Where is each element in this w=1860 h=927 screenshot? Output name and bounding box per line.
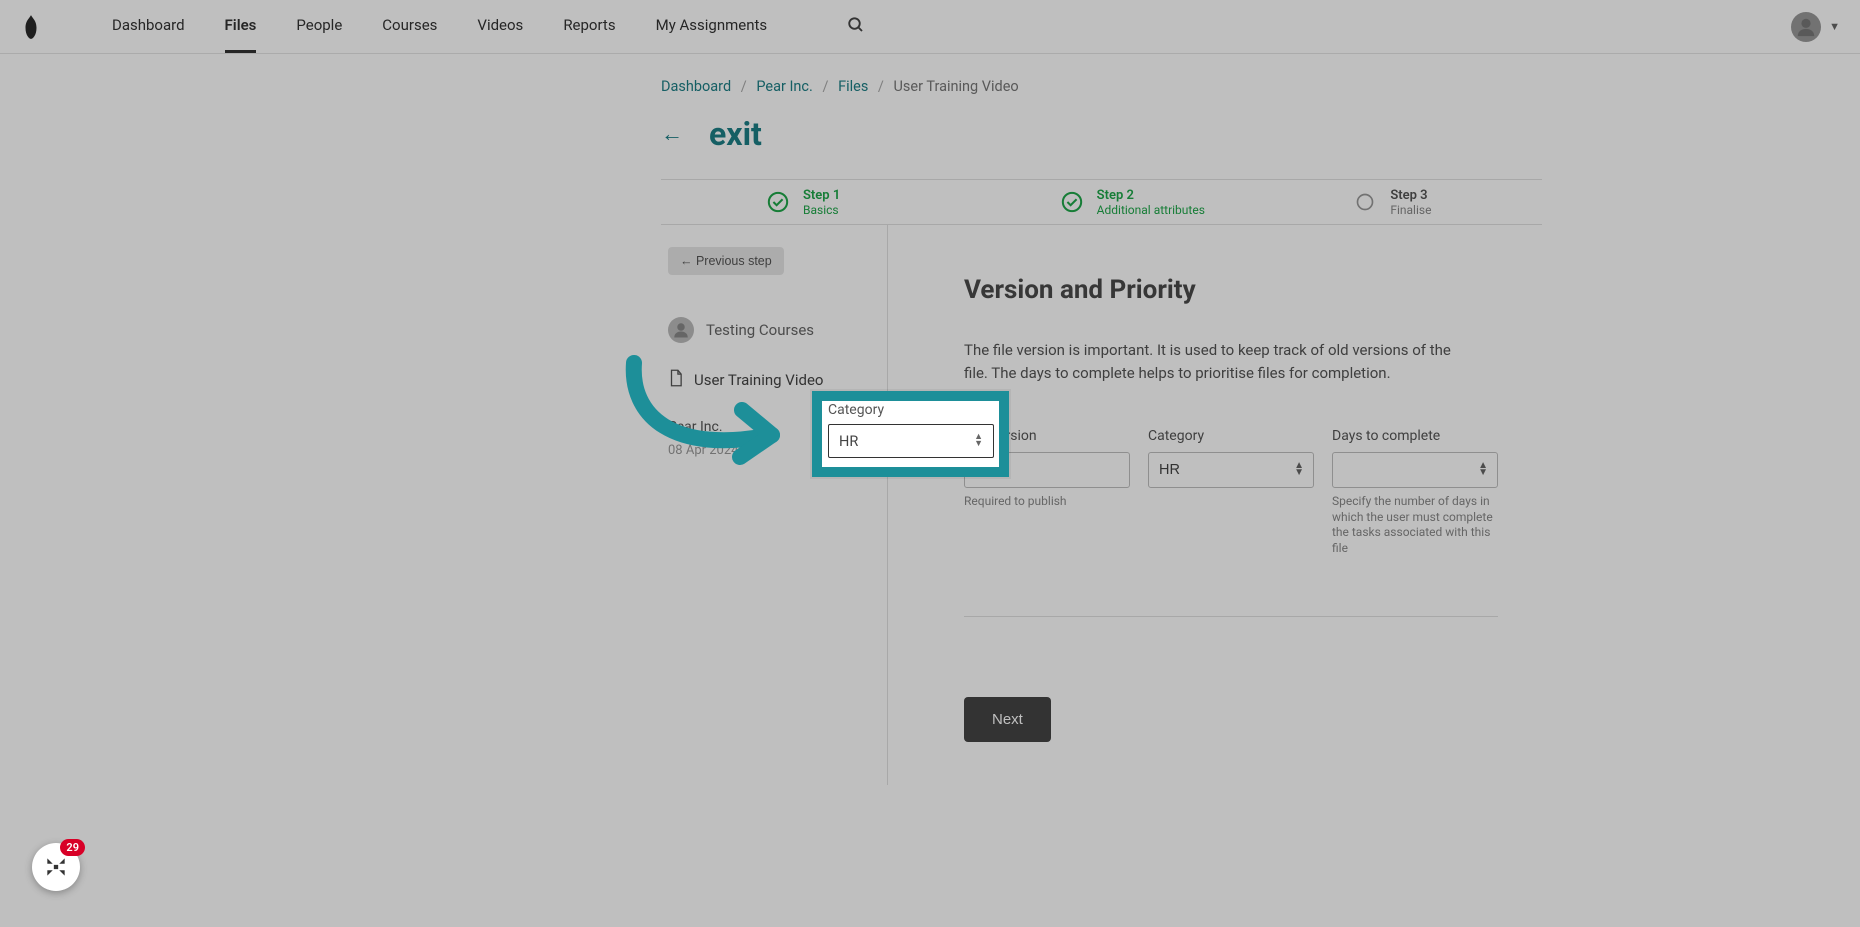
author-row: Testing Courses xyxy=(668,317,887,343)
main-columns: ← Previous step Testing Courses User Tra… xyxy=(661,225,1542,785)
avatar-icon xyxy=(668,317,694,343)
category-select-hl[interactable]: HR ▲▼ xyxy=(828,424,994,458)
step-2[interactable]: Step 2 Additional attributes xyxy=(955,180,1249,224)
nav-courses[interactable]: Courses xyxy=(382,0,437,53)
widget-logo-icon xyxy=(43,854,69,880)
tutorial-arrow-icon xyxy=(612,355,812,485)
category-label-hl: Category xyxy=(828,402,994,418)
search-icon[interactable] xyxy=(847,16,865,38)
form-description: The file version is important. It is use… xyxy=(964,339,1464,384)
help-widget[interactable]: 29 xyxy=(32,843,80,891)
step-1[interactable]: Step 1 Basics xyxy=(661,180,955,224)
step-3[interactable]: Step 3 Finalise xyxy=(1248,180,1542,224)
crumb-org[interactable]: Pear Inc. xyxy=(756,78,813,95)
notification-badge: 29 xyxy=(60,839,85,856)
step-sub: Basics xyxy=(803,203,840,217)
step-title: Step 2 xyxy=(1097,188,1205,203)
version-hint: Required to publish xyxy=(964,494,1130,510)
nav-dashboard[interactable]: Dashboard xyxy=(112,0,185,53)
chevron-down-icon: ▼ xyxy=(1829,20,1840,33)
fields-row: File Version Required to publish Categor… xyxy=(964,428,1498,556)
nav-reports[interactable]: Reports xyxy=(563,0,615,53)
previous-step-button[interactable]: ← Previous step xyxy=(668,247,784,275)
category-label: Category xyxy=(1148,428,1314,444)
nav-files[interactable]: Files xyxy=(225,0,257,53)
form-title: Version and Priority xyxy=(964,275,1498,305)
nav-videos[interactable]: Videos xyxy=(477,0,523,53)
exit-title[interactable]: exit xyxy=(709,115,762,153)
crumb-files[interactable]: Files xyxy=(838,78,868,95)
nav-my-assignments[interactable]: My Assignments xyxy=(656,0,768,53)
crumb-sep: / xyxy=(878,78,884,95)
section-divider xyxy=(964,616,1498,617)
days-hint: Specify the number of days in which the … xyxy=(1332,494,1498,556)
step-title: Step 3 xyxy=(1390,188,1431,203)
days-input[interactable] xyxy=(1332,452,1498,488)
nav-people[interactable]: People xyxy=(296,0,342,53)
check-circle-icon xyxy=(767,191,789,213)
step-sub: Additional attributes xyxy=(1097,203,1205,217)
category-field-highlighted: Category HR ▲▼ xyxy=(828,402,994,458)
user-menu[interactable]: ▼ xyxy=(1791,12,1840,42)
avatar-icon xyxy=(1791,12,1821,42)
check-circle-icon xyxy=(1061,191,1083,213)
back-arrow-icon[interactable]: ← xyxy=(661,121,683,147)
sidebar: ← Previous step Testing Courses User Tra… xyxy=(661,225,888,785)
days-label: Days to complete xyxy=(1332,428,1498,444)
field-days: Days to complete ▲▼ Specify the number o… xyxy=(1332,428,1498,556)
app-logo-icon xyxy=(20,13,42,41)
crumb-dashboard[interactable]: Dashboard xyxy=(661,78,731,95)
author-name: Testing Courses xyxy=(706,321,814,339)
crumb-current: User Training Video xyxy=(894,78,1019,95)
crumb-sep: / xyxy=(822,78,828,95)
crumb-sep: / xyxy=(741,78,747,95)
step-title: Step 1 xyxy=(803,188,840,203)
select-arrows-icon: ▲▼ xyxy=(974,434,983,448)
form-area: Version and Priority The file version is… xyxy=(888,225,1498,785)
wizard-steps: Step 1 Basics Step 2 Additional attribut… xyxy=(661,179,1542,225)
breadcrumb: Dashboard / Pear Inc. / Files / User Tra… xyxy=(661,78,1542,95)
exit-row: ← exit xyxy=(661,115,1542,179)
next-button[interactable]: Next xyxy=(964,697,1051,742)
field-category: Category ▲▼ xyxy=(1148,428,1314,556)
category-select[interactable] xyxy=(1148,452,1314,488)
circle-icon xyxy=(1354,191,1376,213)
top-bar: Dashboard Files People Courses Videos Re… xyxy=(0,0,1860,54)
main-nav: Dashboard Files People Courses Videos Re… xyxy=(112,0,865,53)
step-sub: Finalise xyxy=(1390,203,1431,217)
